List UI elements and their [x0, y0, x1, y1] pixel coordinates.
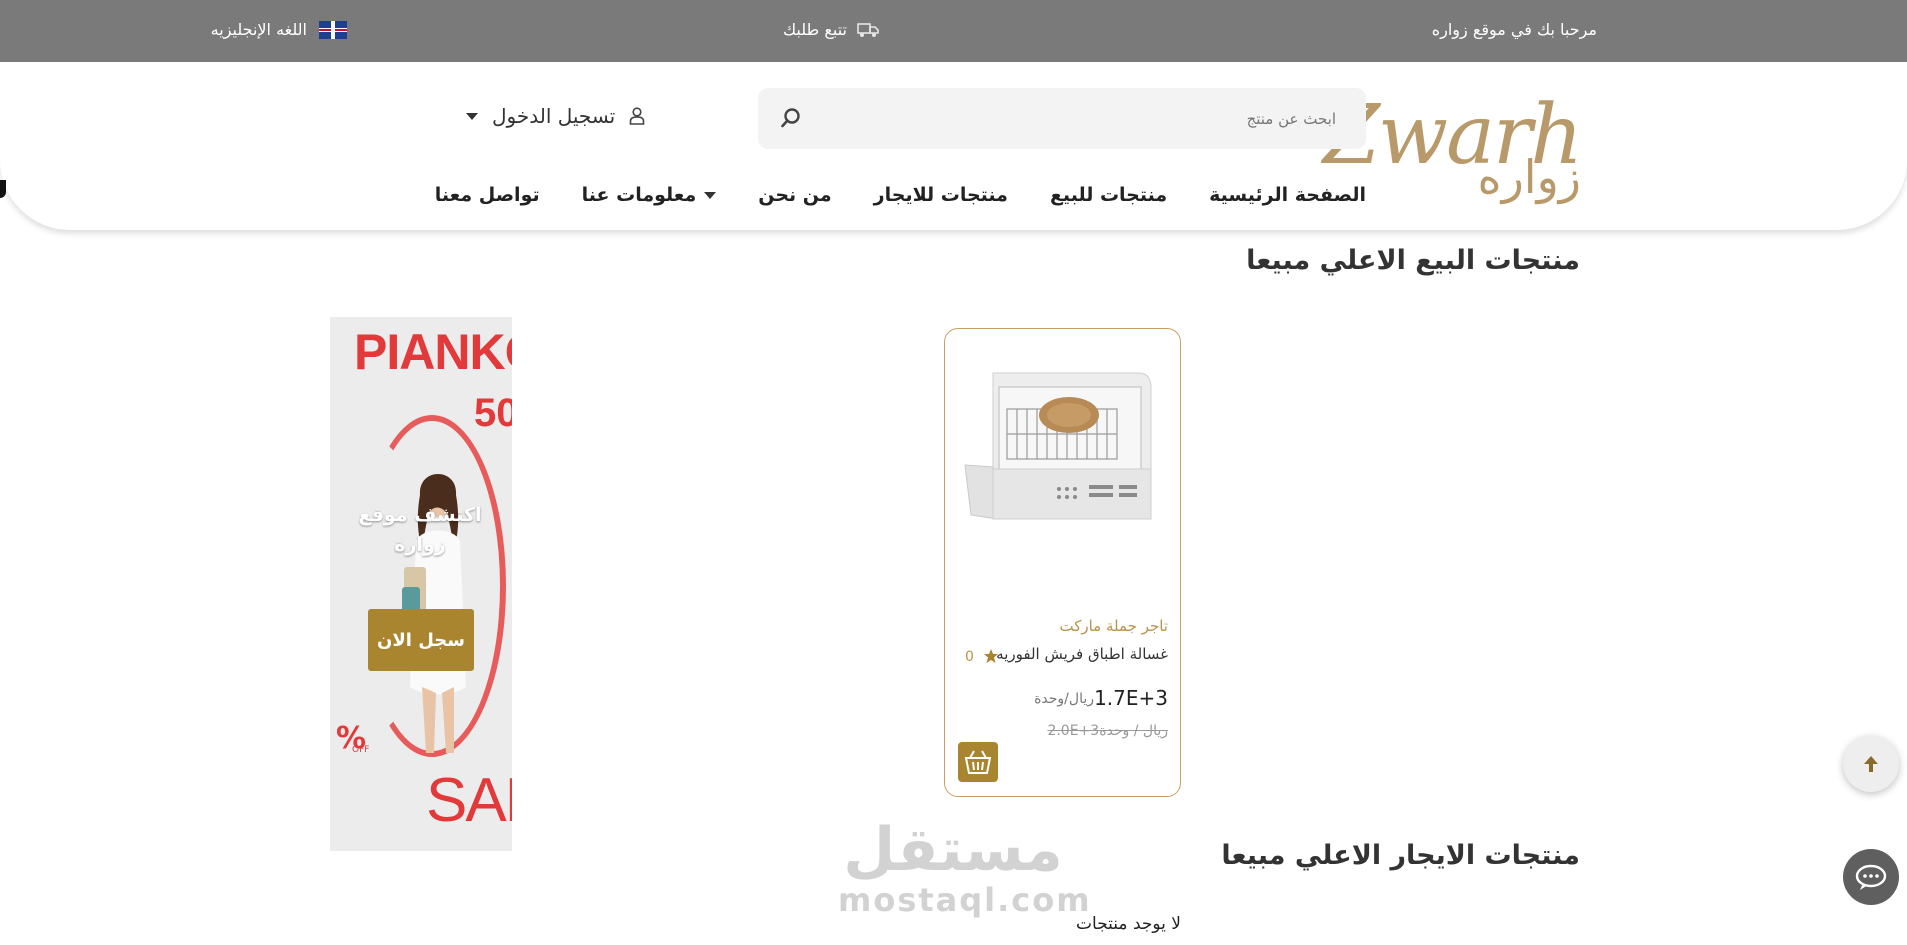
uk-flag-icon	[319, 20, 347, 39]
product-seller[interactable]: تاجر جملة ماركت	[1059, 617, 1168, 635]
add-to-cart-button[interactable]	[958, 742, 998, 782]
nav-about-label: من نحن	[758, 184, 832, 206]
login-dropdown[interactable]: تسجيل الدخول	[466, 104, 645, 128]
product-rating: 0	[965, 649, 974, 665]
basket-icon	[964, 750, 992, 774]
nav-for-rent-label: منتجات للايجار	[873, 184, 1008, 206]
truck-icon	[857, 22, 879, 37]
dishwasher-product-image	[964, 372, 1152, 520]
product-card[interactable]: تاجر جملة ماركت غسالة اطباق فريش الفوريه…	[944, 328, 1181, 797]
banner-off: OFF	[352, 745, 370, 755]
search-input[interactable]	[834, 104, 1338, 134]
star-icon	[984, 649, 998, 663]
nav-info-label: معلومات عنا	[581, 184, 697, 206]
nav-contact[interactable]: تواصل معنا	[435, 184, 540, 206]
watermark-arabic: مستقل	[843, 815, 1063, 885]
search-box	[758, 88, 1366, 149]
nav-for-sale[interactable]: منتجات للبيع	[1050, 184, 1167, 206]
logo-arabic: زواره	[1477, 150, 1581, 204]
register-now-button[interactable]: سجل الان	[368, 609, 474, 671]
banner-number: 50	[474, 391, 512, 435]
nav-home-label: الصفحة الرئيسية	[1209, 184, 1366, 206]
main-nav: الصفحة الرئيسية منتجات للبيع منتجات للاي…	[435, 184, 1366, 206]
header-edge-decoration	[0, 180, 6, 198]
login-label: تسجيل الدخول	[492, 104, 616, 128]
top-bar: مرحبا بك في موقع زواره تتبع طلبك اللغه ا…	[0, 0, 1907, 62]
scroll-to-top-button[interactable]	[1843, 736, 1899, 792]
track-order-label: تتبع طلبك	[782, 20, 847, 39]
product-old-price: 2.0E+3ريال / وحدة	[1047, 723, 1168, 739]
banner-sale: SALE	[426, 766, 512, 835]
nav-for-sale-label: منتجات للبيع	[1049, 184, 1168, 206]
arrow-up-icon	[1864, 756, 1878, 772]
site-logo[interactable]: Zwarh زواره	[1323, 88, 1583, 206]
chat-bubble-icon	[1855, 864, 1887, 890]
welcome-text: مرحبا بك في موقع زواره	[1431, 20, 1597, 39]
banner-tagline: اكتشف موقع زوارة	[358, 504, 482, 556]
promo-banner[interactable]: PIANKO 50 اكتشف موقع زوارة سجل الان % OF…	[330, 317, 512, 851]
best-selling-sale-title: منتجات البيع الاعلي مبيعا	[1246, 245, 1580, 276]
banner-brand: PIANKO	[354, 324, 512, 380]
chat-button[interactable]	[1843, 849, 1899, 905]
search-icon[interactable]	[780, 107, 802, 129]
watermark-latin: mostaql.com	[838, 881, 1092, 919]
mostaql-watermark: مستقل mostaql.com	[838, 815, 1092, 919]
user-icon	[629, 107, 645, 125]
product-price-unit: ريال/وحدة	[1034, 691, 1094, 707]
best-selling-rent-title: منتجات الايجار الاعلي مبيعا	[1221, 840, 1580, 871]
nav-for-rent[interactable]: منتجات للايجار	[874, 184, 1008, 206]
chevron-down-icon	[704, 191, 717, 199]
track-order-link[interactable]: تتبع طلبك	[783, 20, 879, 39]
nav-about[interactable]: من نحن	[758, 184, 831, 206]
nav-contact-label: تواصل معنا	[434, 184, 540, 206]
language-switch[interactable]: اللغه الإنجليزيه	[211, 20, 347, 39]
product-name[interactable]: غسالة اطباق فريش الفوريه	[996, 645, 1168, 663]
chevron-down-icon	[466, 112, 478, 120]
nav-info-dropdown[interactable]: معلومات عنا	[582, 184, 717, 206]
nav-home[interactable]: الصفحة الرئيسية	[1209, 184, 1366, 206]
product-price: 1.7E+3	[1094, 686, 1168, 710]
no-products-message: لا يوجد منتجات	[1076, 914, 1181, 934]
language-label: اللغه الإنجليزيه	[210, 20, 307, 39]
